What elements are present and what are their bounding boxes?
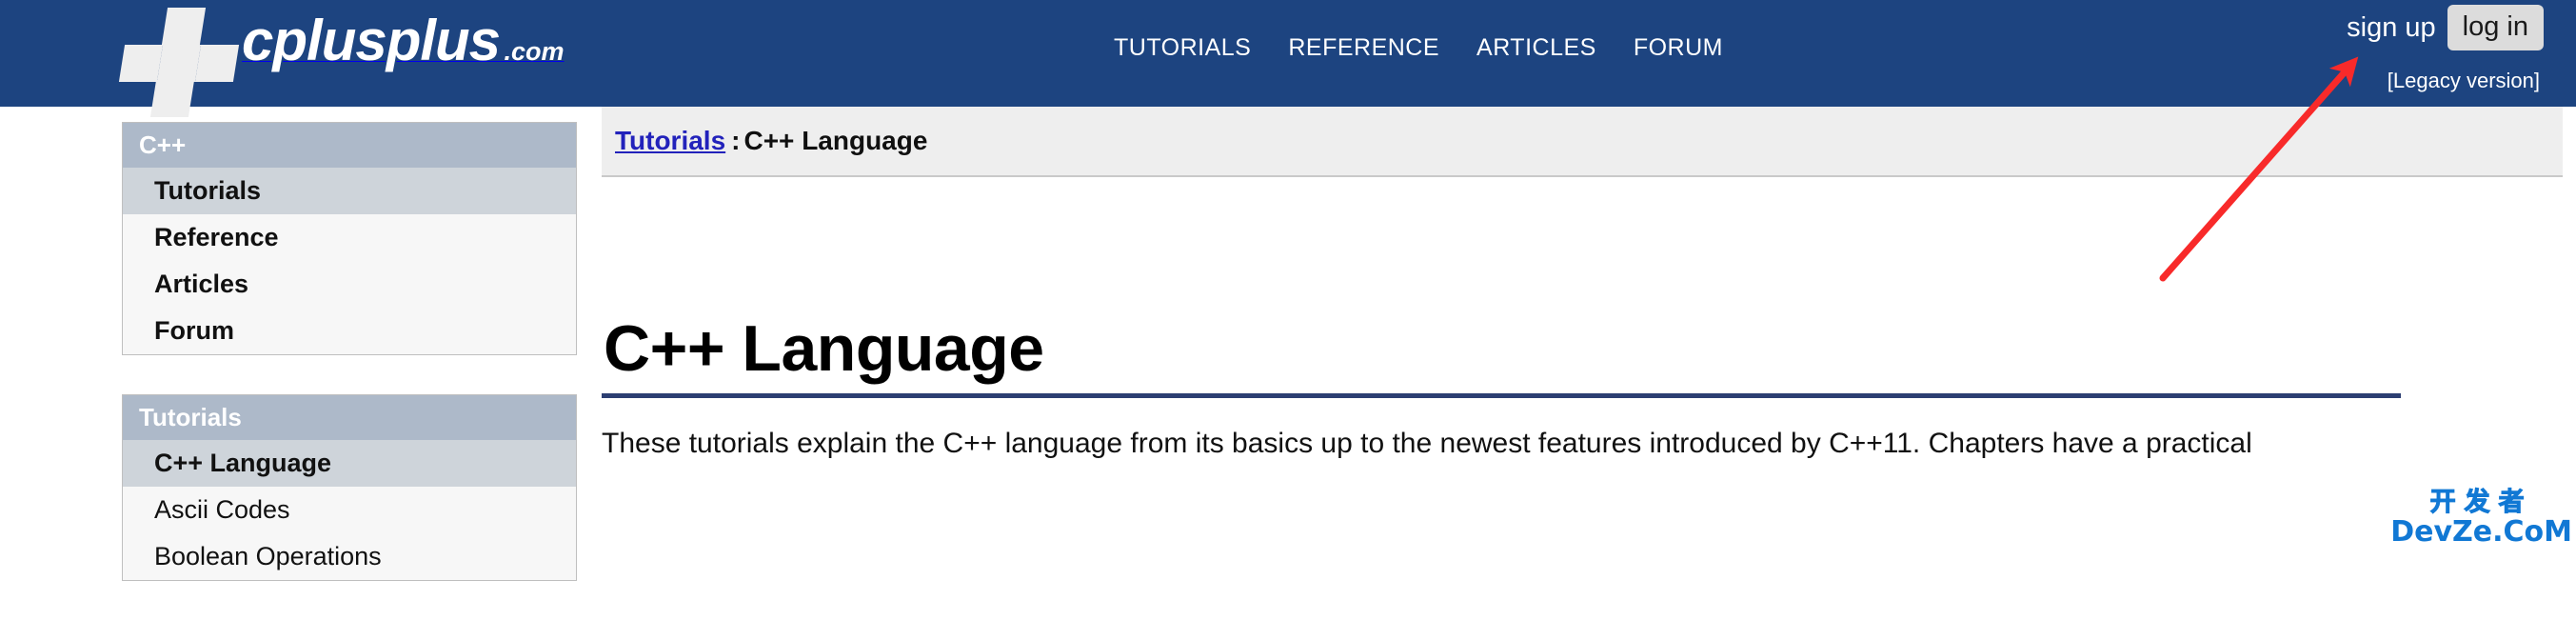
cplusplus-blocks-logo-icon xyxy=(118,6,240,117)
log-in-button[interactable]: log in xyxy=(2447,5,2544,50)
sidebar-box-tutorials: Tutorials C++ Language Ascii Codes Boole… xyxy=(122,394,577,581)
main-content: Tutorials : C++ Language C++ Language Th… xyxy=(602,107,2563,490)
intro-paragraph: These tutorials explain the C++ language… xyxy=(602,428,2252,459)
breadcrumb: Tutorials : C++ Language xyxy=(602,107,2563,177)
logo-wordmark: cplusplus .com xyxy=(242,6,565,72)
sidebar-box-cpp-title: C++ xyxy=(123,123,576,168)
sidebar-item-tutorials[interactable]: Tutorials xyxy=(123,168,576,214)
account-area: sign up log in xyxy=(2347,5,2544,50)
watermark: 开发者 DevZe.CoM xyxy=(2390,488,2572,549)
sidebar-box-cpp: C++ Tutorials Reference Articles Forum xyxy=(122,122,577,355)
sidebar-item-boolean-operations[interactable]: Boolean Operations xyxy=(123,533,576,580)
main-navigation: TUTORIALS REFERENCE ARTICLES FORUM xyxy=(1114,34,1723,61)
breadcrumb-separator: : xyxy=(731,126,741,155)
sidebar-item-ascii-codes[interactable]: Ascii Codes xyxy=(123,487,576,533)
sign-up-link[interactable]: sign up xyxy=(2347,11,2436,44)
nav-item-tutorials[interactable]: TUTORIALS xyxy=(1114,34,1251,61)
page-title: C++ Language xyxy=(604,312,1044,385)
sidebar-item-cpp-language[interactable]: C++ Language xyxy=(123,440,576,487)
logo-name: cplusplus xyxy=(242,9,501,72)
title-divider xyxy=(602,393,2401,398)
site-header: cplusplus .com TUTORIALS REFERENCE ARTIC… xyxy=(0,0,2576,117)
site-logo[interactable]: cplusplus .com xyxy=(118,6,565,117)
sidebar-item-forum[interactable]: Forum xyxy=(123,308,576,354)
left-sidebar: C++ Tutorials Reference Articles Forum T… xyxy=(122,122,577,620)
logo-tld: .com xyxy=(504,37,565,66)
watermark-domain-text: DevZe.CoM xyxy=(2390,515,2572,549)
nav-item-forum[interactable]: FORUM xyxy=(1634,34,1723,61)
sidebar-item-reference[interactable]: Reference xyxy=(123,214,576,261)
watermark-chinese-text: 开发者 xyxy=(2429,488,2533,517)
breadcrumb-current-page: C++ Language xyxy=(743,126,928,155)
breadcrumb-link-tutorials[interactable]: Tutorials xyxy=(615,126,725,156)
nav-item-articles[interactable]: ARTICLES xyxy=(1476,34,1596,61)
legacy-version-link[interactable]: [Legacy version] xyxy=(2388,69,2540,93)
sidebar-item-articles[interactable]: Articles xyxy=(123,261,576,308)
nav-item-reference[interactable]: REFERENCE xyxy=(1288,34,1439,61)
sidebar-box-tutorials-title: Tutorials xyxy=(123,395,576,440)
